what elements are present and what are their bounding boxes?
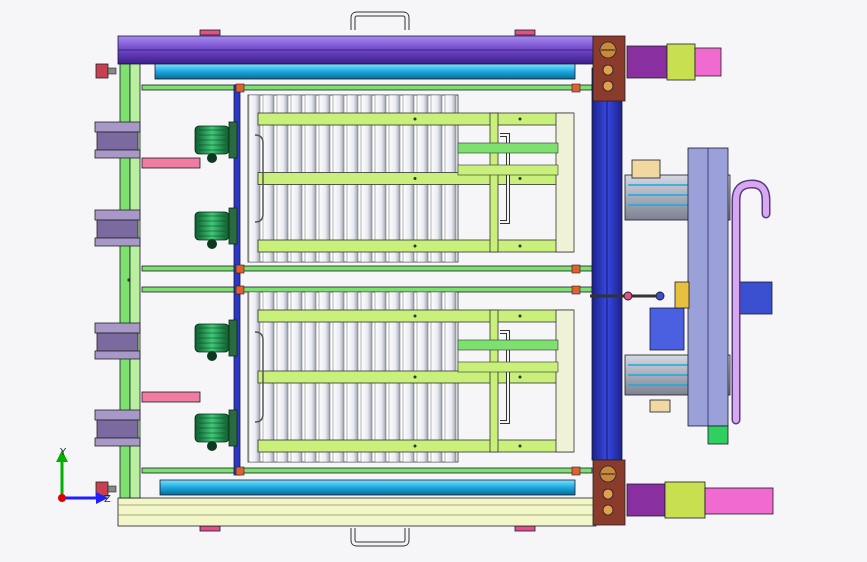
top-right-end-block [592,35,626,102]
lime-extension [457,361,559,373]
rail-fitting [235,264,245,274]
drive-wheel-3 [194,319,238,361]
lime-upright [489,112,499,253]
pink-bracket-lower [141,391,201,403]
rail-fitting [571,264,581,274]
bottom-tab-left [199,525,221,532]
rod-joint [655,291,665,301]
blue-sensor-block [649,307,685,351]
rail-fitting [235,466,245,476]
crossbar-screw [413,444,417,448]
green-extension [457,142,559,154]
top-cyan-roller [154,63,576,80]
drive-wheel-1 [194,121,238,163]
column-screw [127,278,131,282]
left-foot-1 [94,121,141,159]
rail-fitting [571,285,581,295]
crossbar-screw [413,244,417,248]
top-tab-left [199,29,221,36]
top-carry-handle [350,11,410,30]
crossbar-screw [518,244,522,248]
rail-fitting [571,83,581,93]
end-disc [602,488,614,500]
rail-fitting [235,83,245,93]
left-foot-3 [94,322,141,360]
crossbar-screw [518,444,522,448]
rod-joint [623,291,633,301]
bottom-frame-beam [117,497,597,527]
bottom-drive-motor-coupler [664,481,706,519]
yellow-limit-switch [674,281,690,309]
axis-y-label: Y [59,447,67,458]
blue-control-box [737,281,773,315]
crossbar-screw [413,117,417,121]
lime-upright [489,309,499,453]
green-tie-rail-1 [141,84,593,91]
crossbar-screw [518,314,522,318]
end-disc [602,64,614,76]
top-left-adjust-knob [95,63,117,79]
crossbar-screw [413,375,417,379]
axis-z-origin [58,494,66,502]
rail-fitting [235,285,245,295]
drive-wheel-4 [194,409,238,451]
lower-slat-tray [247,291,575,463]
rail-fitting [571,466,581,476]
bottom-cyan-roller [159,479,576,496]
cad-viewport[interactable]: YZ [0,0,867,562]
crossbar-screw [518,117,522,121]
top-tab-right [514,29,536,36]
end-disc [602,80,614,92]
bottom-right-end-block [592,459,626,526]
crossbar-screw [518,177,522,180]
green-terminal [707,425,729,445]
bottom-tab-right [514,525,536,532]
crossbar-screw [413,177,417,180]
lime-extension [457,164,559,176]
crossbar-screw [518,375,522,379]
green-tie-rail-4 [141,467,593,474]
green-tie-rail-3 [141,286,593,293]
green-extension [457,339,559,351]
axis-z-label: Z [104,494,111,505]
pink-bracket-upper [141,157,201,169]
left-foot-4 [94,409,141,447]
bottom-drive-motor-body [626,483,666,517]
crossbar-screw [413,314,417,318]
tray-end-plate [555,112,575,253]
end-disc [602,504,614,516]
top-drive-motor [626,43,722,81]
machine-assembly-drawing: YZ [56,11,774,547]
green-tie-rail-2 [141,265,593,272]
bottom-drive-motor-housing [704,487,774,515]
sensor-bracket-lower [649,399,671,413]
sensor-bracket-upper [631,159,661,179]
drive-wheel-2 [194,207,238,249]
tray-end-plate [555,309,575,453]
upper-slat-tray [247,94,575,263]
left-foot-2 [94,209,141,247]
bottom-carry-handle [350,528,410,547]
